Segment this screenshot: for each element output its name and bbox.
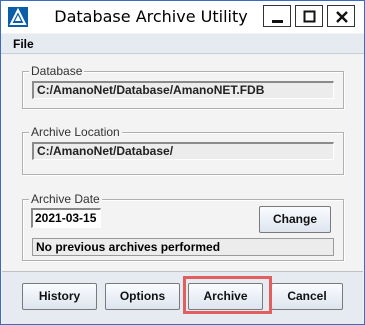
archive-date-label: Archive Date (29, 192, 102, 206)
archive-location-label: Archive Location (29, 125, 122, 139)
archive-utility-window: Database Archive Utility File Database C… (0, 0, 365, 325)
database-group: Database C:/AmanoNet/Database/AmanoNET.F… (22, 64, 344, 109)
history-button[interactable]: History (22, 283, 97, 310)
archive-date-group: Archive Date 2021-03-15 Change No previo… (22, 192, 344, 261)
title-bar[interactable]: Database Archive Utility (1, 1, 364, 33)
close-icon (336, 11, 348, 23)
menu-file[interactable]: File (13, 37, 34, 51)
database-label: Database (29, 64, 85, 78)
cancel-button[interactable]: Cancel (271, 283, 343, 310)
archive-location-field: C:/AmanoNet/Database/ (32, 142, 334, 160)
maximize-icon (303, 10, 316, 23)
archive-button-highlight (183, 276, 272, 314)
archive-status-text: No previous archives performed (32, 238, 334, 256)
close-button[interactable] (327, 5, 355, 27)
archive-location-group: Archive Location C:/AmanoNet/Database/ (22, 125, 344, 175)
minimize-button[interactable] (263, 5, 291, 27)
change-date-button[interactable]: Change (259, 206, 331, 233)
menu-bar: File (1, 34, 364, 54)
archive-date-field[interactable]: 2021-03-15 (31, 208, 101, 228)
window-title: Database Archive Utility (54, 7, 248, 26)
minimize-icon (272, 20, 283, 23)
options-button[interactable]: Options (105, 283, 180, 310)
maximize-button[interactable] (295, 5, 323, 27)
database-path-field: C:/AmanoNet/Database/AmanoNET.FDB (32, 81, 334, 99)
